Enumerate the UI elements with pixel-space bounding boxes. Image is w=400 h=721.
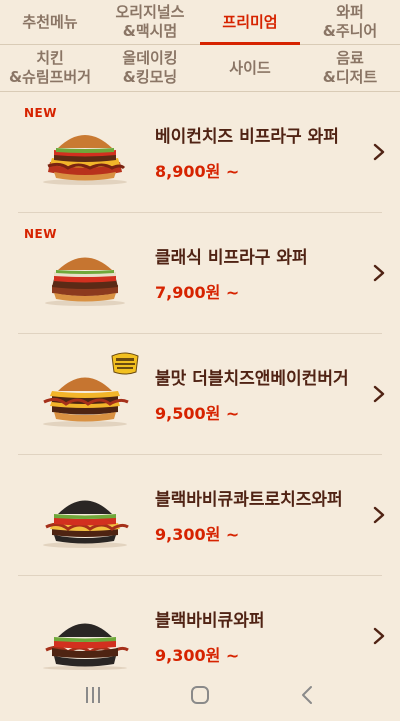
chevron-right-icon (373, 385, 385, 403)
home-icon (190, 685, 209, 704)
tab-originals-maximum[interactable]: 오리지널스 &맥시멈 (100, 0, 200, 44)
back-button[interactable] (282, 675, 332, 715)
tab-drinks-dessert[interactable]: 음료 &디저트 (300, 45, 400, 91)
chevron-right-icon (373, 627, 385, 645)
burger-image (45, 257, 125, 306)
recent-apps-icon (86, 686, 101, 703)
tab-chicken-shrimp[interactable]: 치킨 &슈림프버거 (0, 45, 100, 91)
chevron-right-icon (373, 506, 385, 524)
chevron-right-icon (373, 143, 385, 161)
tab-side[interactable]: 사이드 (200, 45, 300, 91)
category-tabs-row-2: 치킨 &슈림프버거 올데이킹 &킹모닝 사이드 음료 &디저트 (0, 45, 400, 92)
burger-image (43, 135, 127, 185)
category-tabs: 추천메뉴 오리지널스 &맥시멈 프리미엄 와퍼 &주니어 치킨 &슈림프버거 올… (0, 0, 400, 92)
back-icon (301, 685, 312, 704)
system-navigation-bar (0, 668, 400, 721)
menu-item-price: 9,500원 ~ (155, 404, 240, 423)
menu-item-name: 블랙바비큐와퍼 (155, 611, 265, 631)
menu-item-price: 7,900원 ~ (155, 283, 240, 302)
burger-image (43, 623, 129, 670)
tab-whopper-junior[interactable]: 와퍼 &주니어 (300, 0, 400, 44)
menu-item-name: 클래식 비프라구 와퍼 (155, 248, 308, 268)
menu-item-name: 불맛 더블치즈앤베이컨버거 (155, 369, 349, 389)
category-tabs-row-1: 추천메뉴 오리지널스 &맥시멈 프리미엄 와퍼 &주니어 (0, 0, 400, 45)
new-badge: NEW (24, 106, 57, 120)
recent-apps-button[interactable] (68, 675, 118, 715)
menu-item-price: 9,300원 ~ (155, 525, 240, 544)
tab-recommended[interactable]: 추천메뉴 (0, 0, 100, 44)
chevron-right-icon (373, 264, 385, 282)
new-badge: NEW (24, 227, 57, 241)
menu-item-price: 8,900원 ~ (155, 162, 240, 181)
burger-image (43, 500, 129, 548)
tab-allday-king[interactable]: 올데이킹 &킹모닝 (100, 45, 200, 91)
menu-item[interactable]: 블랙바비큐콰트로치즈와퍼 9,300원 ~ (18, 455, 385, 576)
menu-item-name: 베이컨치즈 비프라구 와퍼 (155, 127, 339, 147)
menu-item[interactable]: 불맛 더블치즈앤베이컨버거 9,500원 ~ (18, 334, 385, 455)
menu-item[interactable]: NEW 베이컨치즈 비프라구 와퍼 8,900원 ~ (18, 92, 385, 213)
burger-image (43, 377, 129, 427)
home-button[interactable] (175, 675, 225, 715)
menu-item[interactable]: NEW 클래식 비프라구 와퍼 7,900원 ~ (18, 213, 385, 334)
menu-list: NEW 베이컨치즈 비프라구 와퍼 8,900원 ~ NEW 클래식 비프라구 … (0, 92, 400, 696)
menu-item-name: 블랙바비큐콰트로치즈와퍼 (155, 490, 343, 510)
menu-item-price: 9,300원 ~ (155, 646, 240, 665)
tab-premium[interactable]: 프리미엄 (200, 0, 300, 45)
